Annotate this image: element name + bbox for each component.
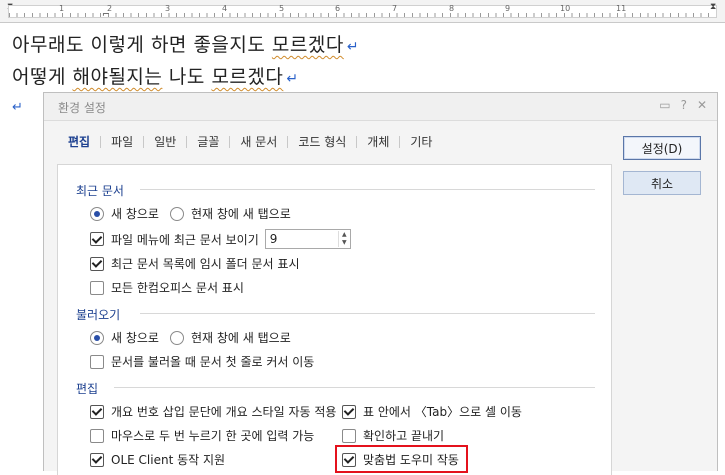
- checkbox-checked[interactable]: [90, 232, 104, 246]
- spell-flagged-word: 모르겠다: [211, 66, 284, 88]
- ruler-scale: [8, 5, 717, 18]
- checkbox-label: 확인하고 끝내기: [363, 429, 445, 443]
- settings-panel: 최근 문서 새 창으로 현재 창에 새 탭으로 파일 메뉴에 최근 문서 보이기…: [57, 164, 612, 475]
- paragraph-return-icon: ↵: [12, 100, 23, 115]
- checkbox-label: 표 안에서 〈Tab〉으로 셀 이동: [363, 405, 522, 419]
- radio-label: 현재 창에 새 탭으로: [191, 331, 291, 345]
- radio-recent-new-tab[interactable]: 현재 창에 새 탭으로: [170, 205, 291, 222]
- checkbox-cursor-first-line[interactable]: 문서를 불러올 때 문서 첫 줄로 커서 이동: [90, 353, 314, 370]
- checkbox-confirm-exit[interactable]: 확인하고 끝내기: [342, 427, 444, 444]
- dialog-titlebar[interactable]: 환경 설정 ▭ ? ✕: [44, 93, 717, 121]
- radio-label: 새 창으로: [111, 207, 159, 221]
- section-divider: [140, 189, 595, 190]
- ruler-label: 7: [392, 4, 398, 13]
- document-text: 어떻게: [12, 66, 73, 88]
- tab-general[interactable]: 일반: [144, 133, 186, 150]
- checkbox-show-temp[interactable]: 최근 문서 목록에 임시 폴더 문서 표시: [90, 255, 300, 272]
- checkbox-label: 개요 번호 삽입 문단에 개요 스타일 자동 적용: [111, 405, 337, 419]
- checkbox-table-tab[interactable]: 표 안에서 〈Tab〉으로 셀 이동: [342, 403, 522, 420]
- spell-flagged-word: 해야될지는: [72, 66, 163, 88]
- radio-button[interactable]: [170, 206, 184, 221]
- recent-count-stepper[interactable]: 9 ▲ ▼: [264, 229, 351, 249]
- highlight-box: [335, 445, 468, 473]
- right-margin-marker-icon[interactable]: ⧗: [710, 2, 716, 12]
- comment-icon[interactable]: ▭: [659, 98, 670, 112]
- document-text: 나도: [162, 66, 212, 88]
- help-icon[interactable]: ?: [681, 98, 687, 112]
- preferences-dialog: 환경 설정 ▭ ? ✕ 편집 파일 일반 글꼴 새 문서 코드 형식 개체 기타…: [43, 92, 718, 475]
- tab-file[interactable]: 파일: [101, 133, 143, 150]
- ruler-label: 3: [165, 4, 171, 13]
- checkbox-label: 파일 메뉴에 최근 문서 보이기: [111, 232, 259, 247]
- stepper-down-icon[interactable]: ▼: [342, 239, 347, 247]
- cancel-button[interactable]: 취소: [623, 171, 701, 195]
- checkbox-unchecked[interactable]: [90, 280, 104, 295]
- tab-other[interactable]: 기타: [400, 133, 442, 150]
- checkbox-label: 모든 한컴오피스 문서 표시: [111, 281, 244, 295]
- dialog-title: 환경 설정: [58, 101, 106, 115]
- radio-label: 현재 창에 새 탭으로: [191, 207, 291, 221]
- ruler-label: 5: [279, 4, 285, 13]
- tab-bar: 편집 파일 일반 글꼴 새 문서 코드 형식 개체 기타: [58, 133, 442, 150]
- ruler-label: 11: [616, 4, 627, 13]
- radio-open-new-window[interactable]: 새 창으로: [90, 329, 159, 346]
- checkbox-checked[interactable]: [90, 404, 104, 419]
- radio-button-selected[interactable]: [90, 330, 104, 345]
- paragraph-return-icon: ↵: [286, 71, 299, 87]
- section-title-recent: 최근 문서: [76, 184, 124, 198]
- ruler-label: 4: [222, 4, 228, 13]
- paragraph-return-icon: ↵: [346, 39, 360, 55]
- section-divider: [114, 387, 595, 388]
- checkbox-checked[interactable]: [90, 256, 104, 271]
- section-title-open: 불러오기: [76, 308, 121, 322]
- checkbox-label: 최근 문서 목록에 임시 폴더 문서 표시: [111, 257, 300, 271]
- checkbox-label: OLE Client 동작 지원: [111, 453, 226, 467]
- radio-label: 새 창으로: [111, 331, 159, 345]
- checkbox-double-click-input[interactable]: 마우스로 두 번 누르기 한 곳에 입력 가능: [90, 427, 314, 444]
- document-text: 아무래도 이렇게 하면 좋을지도: [12, 34, 272, 56]
- tab-font[interactable]: 글꼴: [187, 133, 229, 150]
- stepper-up-icon[interactable]: ▲: [342, 231, 347, 239]
- checkbox-show-recent[interactable]: 파일 메뉴에 최근 문서 보이기 9 ▲ ▼: [90, 229, 351, 249]
- ruler-label: 6: [335, 4, 341, 13]
- checkbox-checked[interactable]: [342, 404, 356, 419]
- tab-new-doc[interactable]: 새 문서: [230, 133, 287, 150]
- checkbox-label: 문서를 불러올 때 문서 첫 줄로 커서 이동: [111, 355, 315, 369]
- checkbox-checked[interactable]: [90, 452, 104, 467]
- checkbox-label: 마우스로 두 번 누르기 한 곳에 입력 가능: [111, 429, 315, 443]
- radio-recent-new-window[interactable]: 새 창으로: [90, 205, 159, 222]
- checkbox-ole-client[interactable]: OLE Client 동작 지원: [90, 451, 225, 468]
- checkbox-unchecked[interactable]: [90, 354, 104, 369]
- ruler-label: 1: [59, 4, 65, 13]
- document-line-2[interactable]: 어떻게 해야될지는 나도 모르겠다 ↵: [12, 62, 299, 89]
- radio-button-selected[interactable]: [90, 206, 104, 221]
- checkbox-unchecked[interactable]: [90, 428, 104, 443]
- radio-open-new-tab[interactable]: 현재 창에 새 탭으로: [170, 329, 291, 346]
- ruler-label: 2: [107, 4, 113, 13]
- tab-code-format[interactable]: 코드 형식: [288, 133, 356, 150]
- ruler-label: 10: [560, 4, 571, 13]
- checkbox-outline-style[interactable]: 개요 번호 삽입 문단에 개요 스타일 자동 적용: [90, 403, 336, 420]
- ok-button[interactable]: 설정(D): [623, 136, 701, 160]
- spell-flagged-word: 모르겠다: [271, 34, 344, 56]
- ruler-label: 9: [505, 4, 511, 13]
- ruler[interactable]: ⧗ ⌐ 1 2 3 4 5 6 7 8 9 10 11 ⧗: [0, 0, 725, 23]
- stepper-value[interactable]: 9: [266, 232, 338, 246]
- tab-object[interactable]: 개체: [357, 133, 399, 150]
- section-divider: [140, 313, 595, 314]
- checkbox-show-all-office[interactable]: 모든 한컴오피스 문서 표시: [90, 279, 244, 296]
- radio-button[interactable]: [170, 330, 184, 345]
- document-line-1[interactable]: 아무래도 이렇게 하면 좋을지도 모르겠다 ↵: [12, 30, 359, 57]
- checkbox-unchecked[interactable]: [342, 428, 356, 443]
- tab-edit[interactable]: 편집: [58, 133, 100, 150]
- section-title-edit: 편집: [76, 382, 99, 396]
- close-icon[interactable]: ✕: [697, 98, 707, 112]
- ruler-label: 8: [449, 4, 455, 13]
